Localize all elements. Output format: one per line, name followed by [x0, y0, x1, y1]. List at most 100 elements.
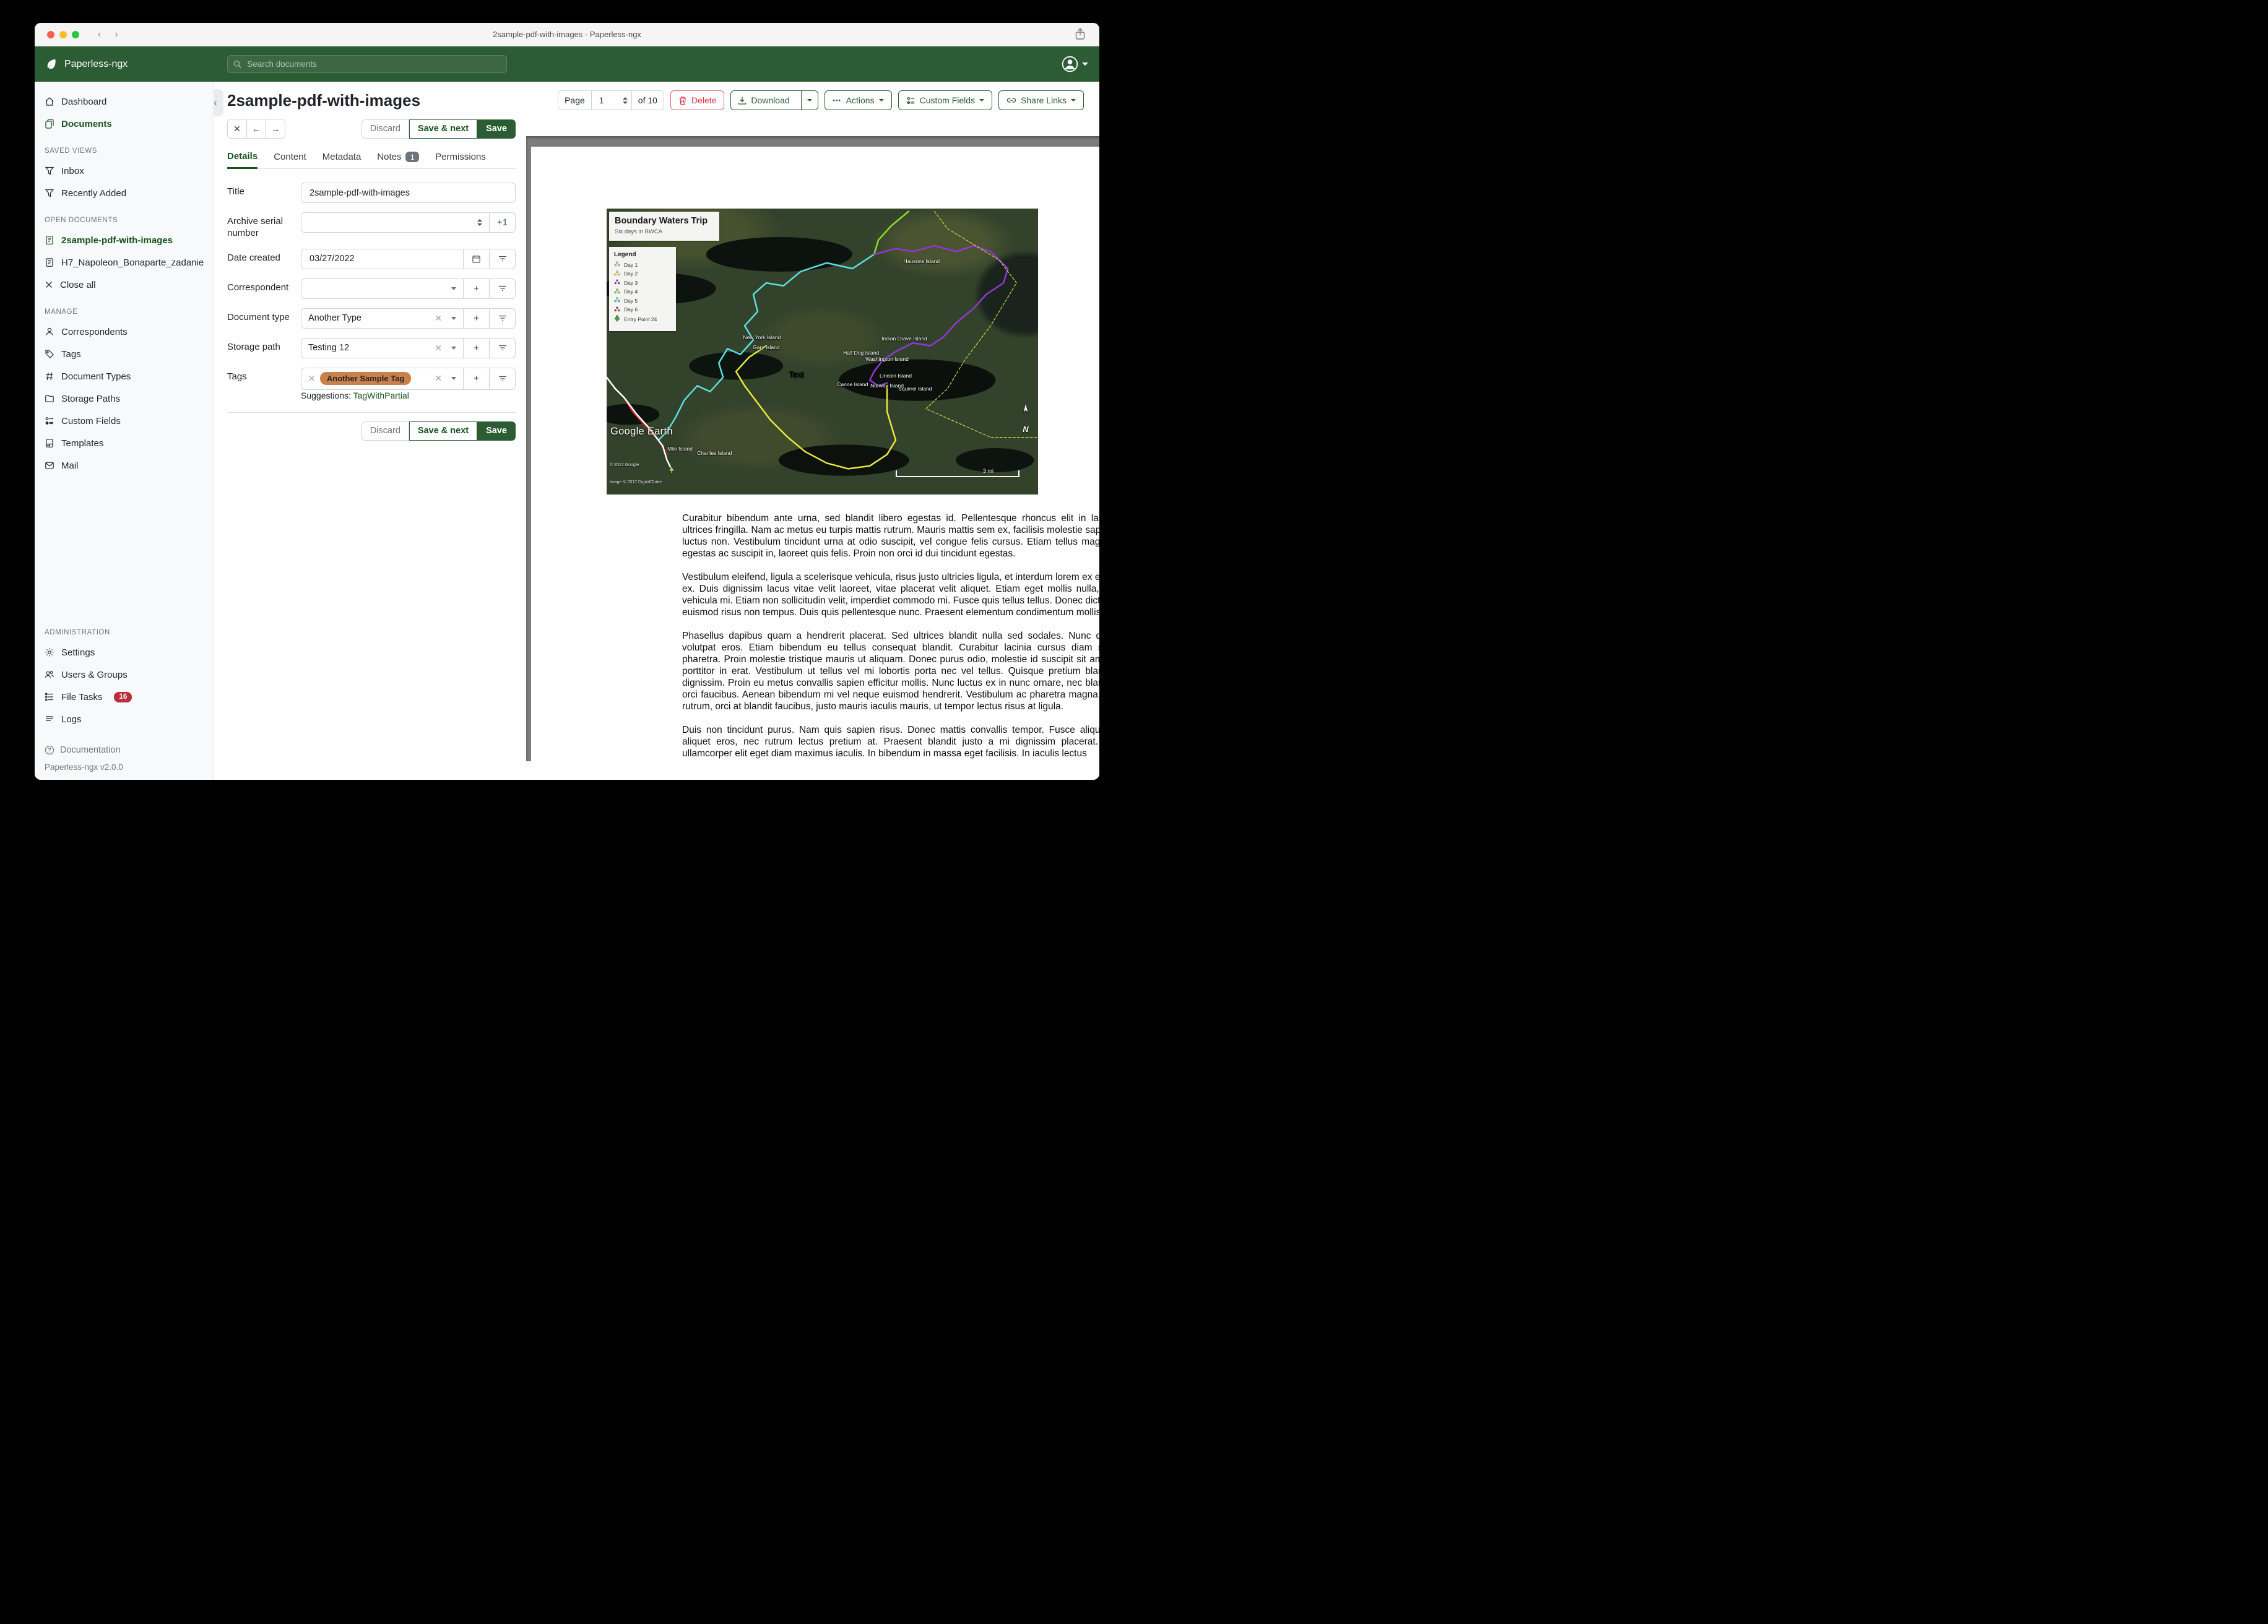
asn-input[interactable] — [308, 217, 472, 228]
save-next-button[interactable]: Save & next — [409, 119, 478, 139]
home-icon — [45, 97, 54, 106]
date-filter-button[interactable] — [489, 249, 515, 269]
next-document-button[interactable]: → — [266, 119, 285, 138]
download-dropdown[interactable] — [800, 91, 818, 110]
sidebar-item-document-types[interactable]: Document Types — [35, 365, 214, 387]
sidebar-item-mail[interactable]: Mail — [35, 454, 214, 477]
sidebar-item-dashboard[interactable]: Dashboard — [35, 90, 214, 113]
sidebar-item-recently-added[interactable]: Recently Added — [35, 182, 214, 204]
search-input[interactable] — [246, 59, 501, 69]
step-up-icon[interactable] — [477, 219, 482, 222]
details-form: Title Archive serial number + — [227, 183, 516, 441]
sidebar-item-templates[interactable]: Templates — [35, 432, 214, 454]
close-window-button[interactable] — [47, 30, 54, 38]
discard-button[interactable]: Discard — [361, 119, 409, 139]
tab-details[interactable]: Details — [227, 151, 258, 169]
step-down-icon[interactable] — [622, 101, 628, 104]
clear-icon[interactable]: ✕ — [435, 343, 442, 353]
suggestion-tag-link[interactable]: TagWithPartial — [353, 391, 409, 400]
date-created-input[interactable] — [308, 253, 456, 264]
remove-tag-icon[interactable]: ✕ — [308, 374, 315, 384]
sidebar-item-users-groups[interactable]: Users & Groups — [35, 663, 214, 686]
add-correspondent-button[interactable]: + — [463, 279, 489, 298]
sidebar-item-file-tasks[interactable]: File Tasks 16 — [35, 686, 214, 708]
filter-icon — [498, 285, 506, 292]
save-button-bottom[interactable]: Save — [477, 421, 516, 441]
save-next-button-bottom[interactable]: Save & next — [409, 421, 478, 441]
map-scale-bar: 3 mi — [895, 468, 1019, 477]
clear-icon[interactable]: ✕ — [435, 373, 442, 384]
page-number-input[interactable]: 1 — [591, 91, 632, 110]
tags-filter-button[interactable] — [489, 368, 515, 389]
calendar-button[interactable] — [463, 249, 489, 269]
storage-path-value: Testing 12 — [308, 343, 350, 353]
sidebar-item-close-all[interactable]: Close all — [35, 274, 214, 296]
documentation-link[interactable]: Documentation — [45, 745, 204, 755]
person-icon — [46, 327, 53, 335]
add-tag-button[interactable]: + — [463, 368, 489, 389]
back-icon[interactable]: ‹ — [98, 29, 101, 40]
document-title: 2sample-pdf-with-images — [227, 90, 421, 110]
sidebar-item-open-doc-1[interactable]: 2sample-pdf-with-images — [35, 229, 214, 251]
sidebar-item-custom-fields[interactable]: Custom Fields — [35, 410, 214, 432]
sidebar-item-open-doc-2[interactable]: H7_Napoleon_Bonaparte_zadanie — [35, 251, 214, 274]
tab-notes[interactable]: Notes 1 — [377, 151, 420, 168]
user-menu[interactable] — [1062, 56, 1088, 72]
tag-pill[interactable]: Another Sample Tag — [319, 372, 412, 385]
storage-path-filter-button[interactable] — [489, 338, 515, 358]
sidebar-item-correspondents[interactable]: Correspondents — [35, 321, 214, 343]
tab-content[interactable]: Content — [274, 151, 306, 168]
forward-icon[interactable]: › — [115, 29, 118, 40]
add-storage-path-button[interactable]: + — [463, 338, 489, 358]
chevron-down-icon[interactable] — [451, 316, 456, 320]
sidebar-item-settings[interactable]: Settings — [35, 641, 214, 663]
gear-icon — [45, 648, 54, 657]
chevron-down-icon[interactable] — [451, 287, 456, 290]
tab-metadata[interactable]: Metadata — [322, 151, 361, 168]
add-document-type-button[interactable]: + — [463, 308, 489, 328]
save-button[interactable]: Save — [477, 119, 516, 139]
step-down-icon[interactable] — [477, 223, 482, 226]
download-button[interactable]: Download — [730, 90, 818, 110]
correspondent-filter-button[interactable] — [489, 279, 515, 298]
close-document-button[interactable]: ✕ — [228, 119, 247, 138]
sidebar-item-logs[interactable]: Logs — [35, 708, 214, 730]
sidebar-item-tags[interactable]: Tags — [35, 343, 214, 365]
tab-permissions[interactable]: Permissions — [435, 151, 486, 168]
custom-fields-button[interactable]: Custom Fields — [898, 90, 993, 110]
brand[interactable]: Paperless-ngx — [45, 58, 128, 71]
sidebar-item-documents[interactable]: Documents — [35, 113, 214, 135]
storage-path-select[interactable]: Testing 12 ✕ — [301, 339, 463, 358]
zoom-window-button[interactable] — [72, 30, 79, 38]
tags-select[interactable]: ✕ Another Sample Tag ✕ — [301, 368, 463, 389]
legend-item: Day 3 — [614, 279, 671, 286]
download-icon — [738, 97, 747, 105]
share-links-button[interactable]: Share Links — [998, 90, 1084, 110]
chevron-down-icon[interactable] — [451, 346, 456, 350]
clear-icon[interactable]: ✕ — [435, 313, 442, 324]
asn-stepper[interactable] — [477, 219, 482, 226]
page-stepper[interactable] — [622, 97, 628, 104]
correspondent-select[interactable] — [301, 279, 463, 298]
sidebar-item-label: File Tasks — [61, 691, 103, 702]
pdf-viewer-frame[interactable]: Hausons Island New York Island Gary Island… — [526, 136, 1099, 761]
sidebar-item-inbox[interactable]: Inbox — [35, 160, 214, 182]
delete-button[interactable]: Delete — [670, 90, 725, 110]
document-type-select[interactable]: Another Type ✕ — [301, 309, 463, 328]
pdf-paragraph: Duis non tincidunt purus. Nam quis sapie… — [682, 725, 1099, 759]
title-input[interactable] — [308, 187, 508, 199]
page-navigation: Page 1 of 10 — [558, 90, 664, 110]
legend-item: Day 1 — [614, 261, 671, 268]
sidebar-collapse-button[interactable]: « — [214, 89, 223, 116]
minimize-window-button[interactable] — [59, 30, 67, 38]
discard-button-bottom[interactable]: Discard — [361, 421, 409, 441]
previous-document-button[interactable]: ← — [247, 119, 266, 138]
chevron-down-icon[interactable] — [451, 377, 456, 380]
document-type-filter-button[interactable] — [489, 308, 515, 328]
actions-button[interactable]: ⋯ Actions — [824, 90, 892, 110]
share-icon[interactable] — [1075, 28, 1086, 43]
step-up-icon[interactable] — [622, 97, 628, 100]
asn-plus-one-button[interactable]: +1 — [489, 213, 515, 232]
search-bar[interactable] — [227, 55, 507, 73]
sidebar-item-storage-paths[interactable]: Storage Paths — [35, 387, 214, 410]
